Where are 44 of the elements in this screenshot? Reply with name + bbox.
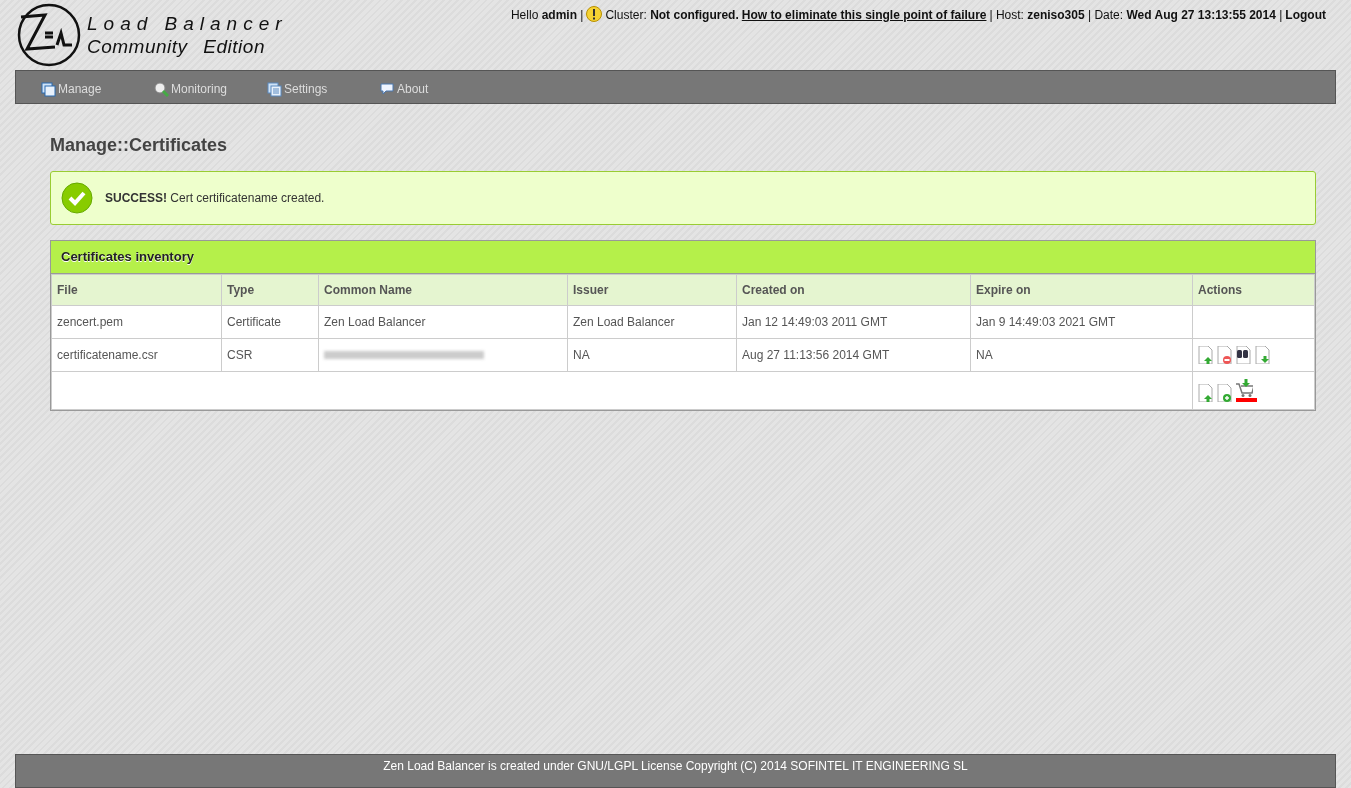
magnifier-icon [154, 81, 169, 97]
menu-item[interactable]: About [380, 76, 493, 98]
list-icon [267, 81, 282, 97]
panel-title: Certificates inventory [51, 241, 1315, 274]
success-message: SUCCESS! Cert certificatename created. [105, 190, 325, 207]
page-title: Manage::Certificates [50, 134, 229, 157]
column-header: Actions [1192, 274, 1315, 305]
column-header: File [51, 274, 222, 305]
table-cell: Zen Load Balancer [324, 314, 426, 329]
column-header: Created on [736, 274, 971, 305]
checkmark-icon [61, 182, 93, 214]
logo-text: Load Balancer [87, 12, 288, 35]
logo-icon [15, 3, 83, 67]
upload-icon[interactable] [1198, 383, 1215, 402]
menu-item[interactable]: Manage [41, 76, 154, 98]
column-header: Issuer [567, 274, 737, 305]
speech-bubble-icon [380, 81, 395, 97]
logo-text: Community Edition [87, 35, 266, 58]
column-header: Common Name [318, 274, 568, 305]
table-cell: Certificate [227, 314, 282, 329]
table-cell: zencert.pem [57, 314, 124, 329]
table-cell: NA [573, 347, 590, 362]
table-cell: NA [976, 347, 993, 362]
binoculars-icon[interactable] [1236, 345, 1253, 364]
table-cell: Zen Load Balancer [573, 314, 675, 329]
add-icon[interactable] [1217, 383, 1234, 402]
menu-item[interactable]: Monitoring [154, 76, 267, 98]
table-cell: CSR [227, 347, 253, 362]
cluster-help-link[interactable]: How to eliminate this single point of failure [741, 6, 987, 24]
table-cell: Jan 9 14:49:03 2021 GMT [976, 314, 1116, 329]
column-header: Type [221, 274, 319, 305]
footer-text: Zen Load Balancer is created under GNU/LGPL License Copyright (C) 2014 SOFINTEL IT ENGINEERING SL [383, 759, 968, 773]
table-cell: Aug 27 11:13:56 2014 GMT [742, 347, 890, 362]
greeting-text: Hello admin | [510, 7, 584, 24]
table-cell: Jan 12 14:49:03 2011 GMT [742, 314, 888, 329]
column-header: Expire on [970, 274, 1193, 305]
host-date-text: | Host: zeniso305 | Date: Wed Aug 27 13:13:55 2014 | [989, 7, 1283, 24]
logout-link[interactable]: Logout [1285, 6, 1326, 24]
table-cell: certificatename.csr [57, 347, 158, 362]
cluster-status: Cluster: Not configured. [605, 7, 739, 24]
window-icon [41, 81, 56, 97]
menu-item[interactable]: Settings [267, 76, 380, 98]
upload-icon[interactable] [1198, 345, 1215, 364]
warning-icon [586, 6, 603, 22]
